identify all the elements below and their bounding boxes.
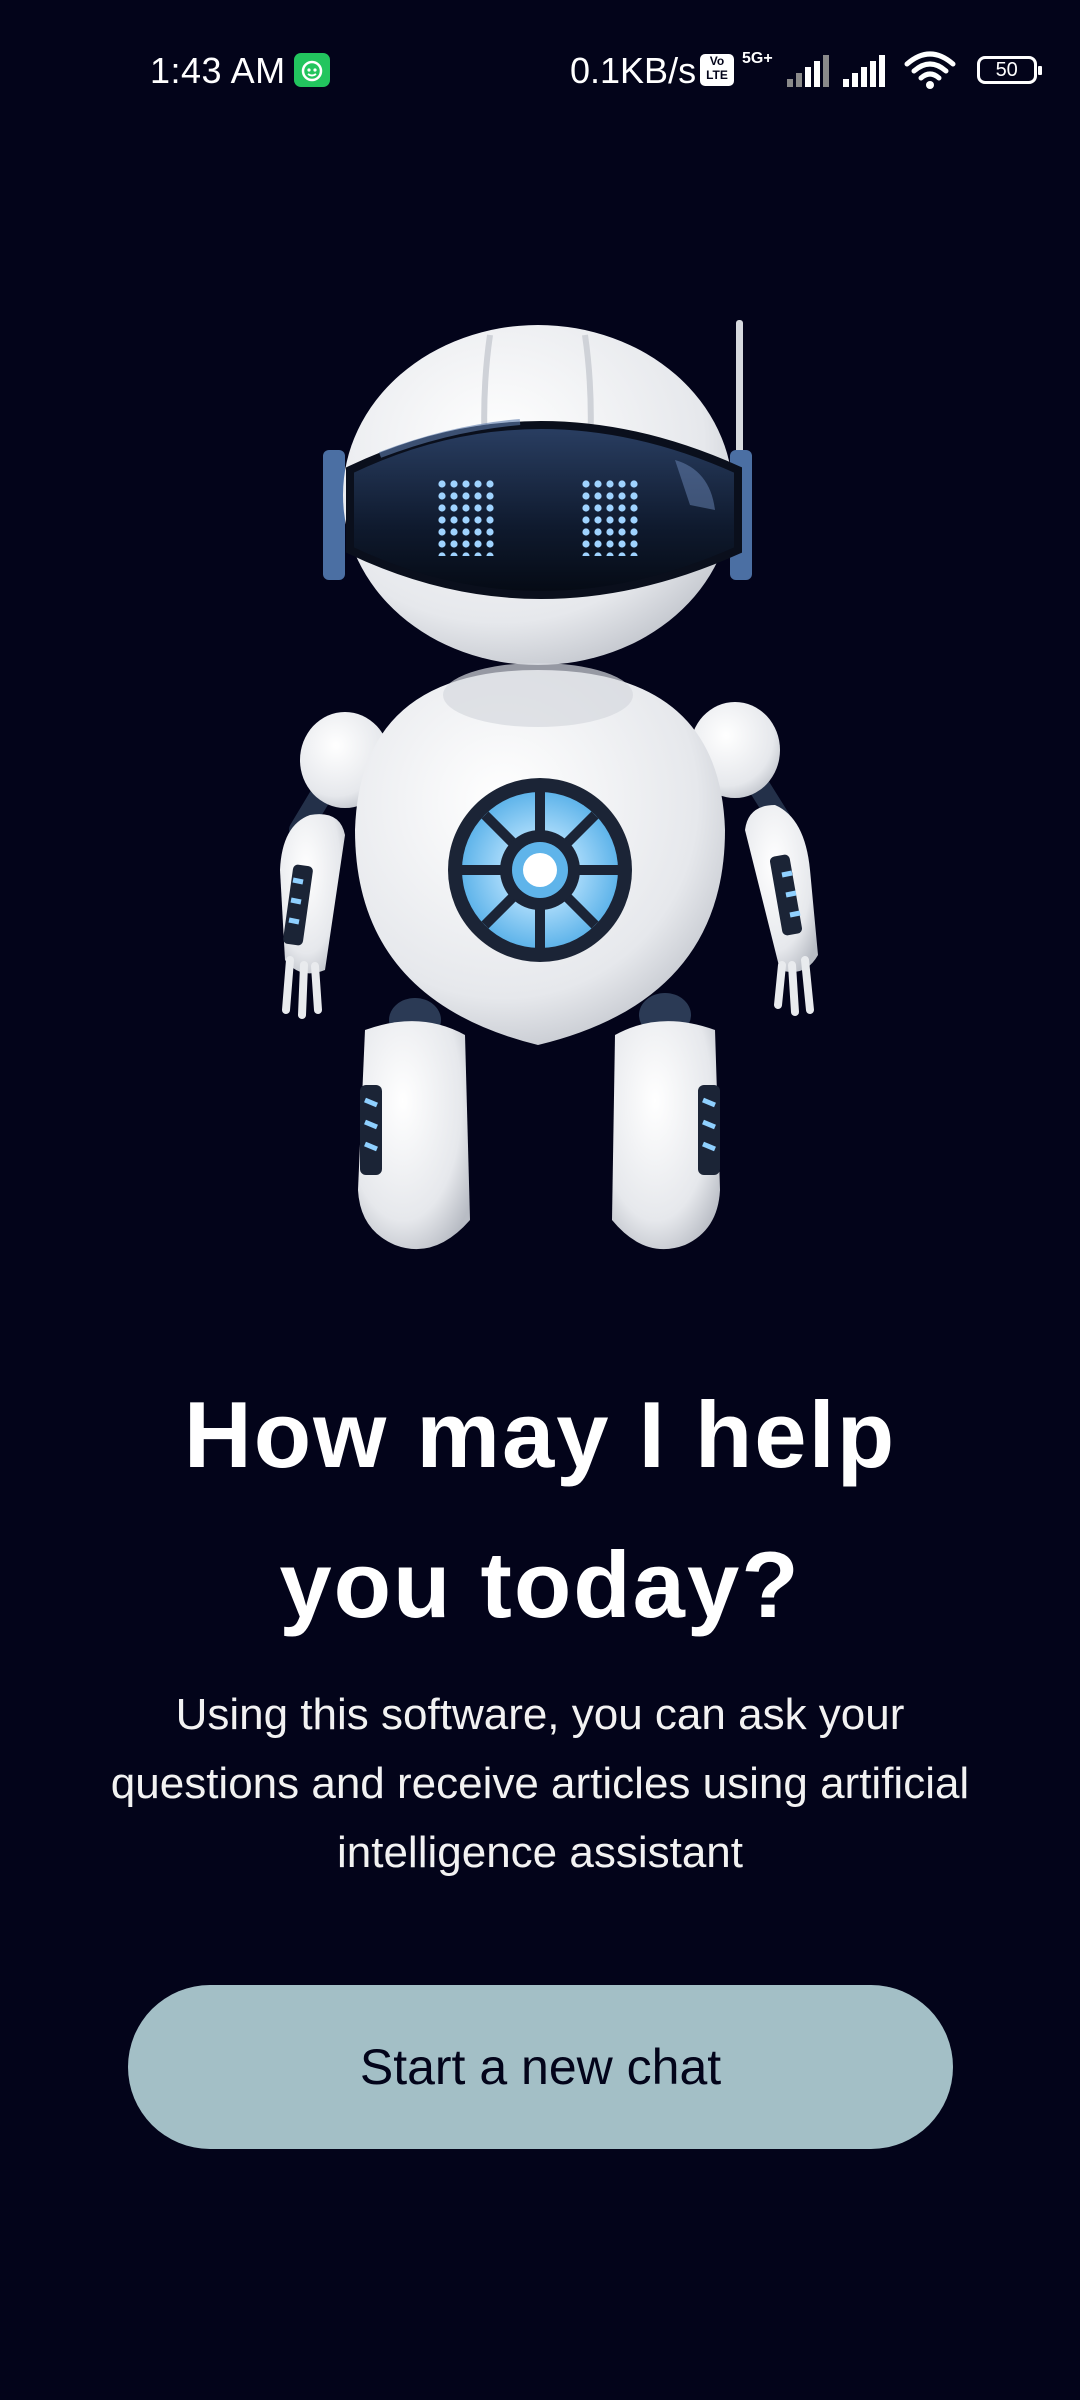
status-time: 1:43 AM xyxy=(150,50,286,91)
volte-icon: Vo LTE xyxy=(700,54,734,86)
signal-icon xyxy=(842,55,885,87)
page-title: How may I help you today? xyxy=(0,1360,1080,1660)
start-new-chat-button[interactable]: Start a new chat xyxy=(128,1985,953,2149)
robot-visor xyxy=(346,421,742,599)
antenna xyxy=(736,320,743,460)
robot-eye-right xyxy=(582,478,642,556)
robot-illustration xyxy=(280,320,818,1250)
ear-left xyxy=(323,450,345,580)
network-type: 5G+ xyxy=(742,50,773,67)
robot-eye-left xyxy=(438,478,498,556)
app-notification-icon xyxy=(294,53,330,87)
status-icons: Vo LTE 5G+ 50 xyxy=(700,48,1042,92)
battery-icon: 50 xyxy=(976,56,1042,84)
start-new-chat-label: Start a new chat xyxy=(359,2039,722,2095)
signal-icon xyxy=(786,55,829,87)
network-speed: 0.1KB/s xyxy=(570,50,697,91)
title-line-2: you today? xyxy=(279,1532,801,1637)
status-bar: 1:43 AM 0.1KB/s Vo LTE 5G+ 50 xyxy=(0,0,1080,140)
battery-level: 50 xyxy=(995,59,1018,81)
title-line-1: How may I help xyxy=(183,1382,897,1487)
wifi-icon xyxy=(904,51,956,89)
page-subtitle: Using this software, you can ask your qu… xyxy=(110,1690,970,1877)
